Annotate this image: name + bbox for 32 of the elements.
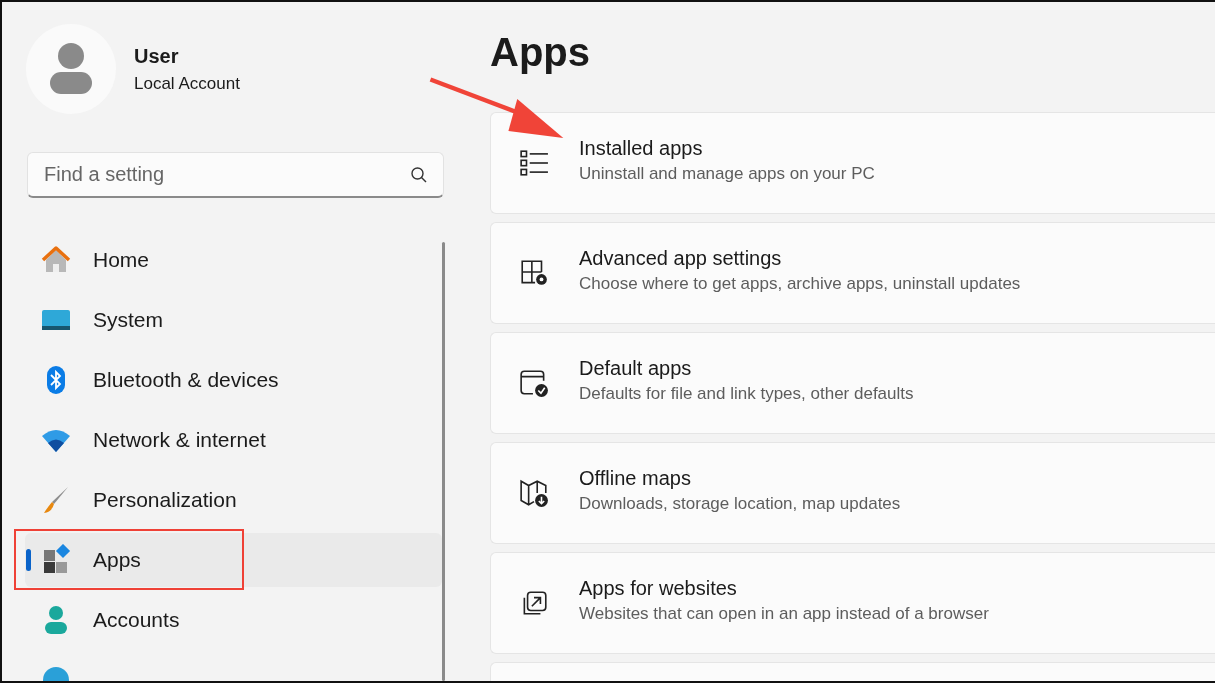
card-title: Installed apps [579, 136, 704, 160]
settings-card[interactable]: Advanced app settings Choose where to get apps, archive apps, uninstall updates [490, 222, 1215, 324]
list-icon [519, 148, 549, 178]
nav-item[interactable]: Home [25, 230, 442, 290]
card-title: Apps for websites [579, 576, 738, 600]
account-type: Local Account [134, 73, 240, 94]
search-icon [410, 166, 428, 184]
card-title: Advanced app settings [579, 246, 783, 270]
settings-card[interactable]: Apps for websites Websites that can open in an app instead of a browser [490, 552, 1215, 654]
card-description: Defaults for file and link types, other defaults [579, 383, 914, 404]
card-title: Default apps [579, 356, 693, 380]
nav-item[interactable]: Personalization [25, 470, 442, 530]
selection-indicator [26, 549, 31, 571]
card-description: Uninstall and manage apps on your PC [579, 163, 875, 184]
nav-item[interactable]: Accounts [25, 590, 442, 650]
settings-card[interactable]: Installed apps Uninstall and manage apps on your PC [490, 112, 1215, 214]
card-title: Offline maps [579, 466, 692, 490]
map-download-icon [519, 478, 549, 508]
settings-card[interactable]: Default apps Defaults for file and link types, other defaults [490, 332, 1215, 434]
card-description: Choose where to get apps, archive apps, uninstall updates [579, 273, 1021, 294]
nav-item[interactable]: Bluetooth & devices [25, 350, 442, 410]
card-description: Websites that can open in an app instead of a browser [579, 603, 989, 624]
nav-item[interactable]: Apps [25, 533, 442, 587]
grid-gear-icon [519, 258, 549, 288]
card-description: Downloads, storage location, map updates [579, 493, 901, 514]
window-check-icon [519, 368, 549, 398]
page-title: Apps [490, 29, 591, 76]
search-field[interactable]: Find a setting [27, 152, 444, 198]
settings-card[interactable]: Offline maps Downloads, storage location, map updates [490, 442, 1215, 544]
account-name: User [134, 44, 180, 68]
nav-item[interactable]: Network & internet [25, 410, 442, 470]
nav-item[interactable]: System [25, 290, 442, 350]
